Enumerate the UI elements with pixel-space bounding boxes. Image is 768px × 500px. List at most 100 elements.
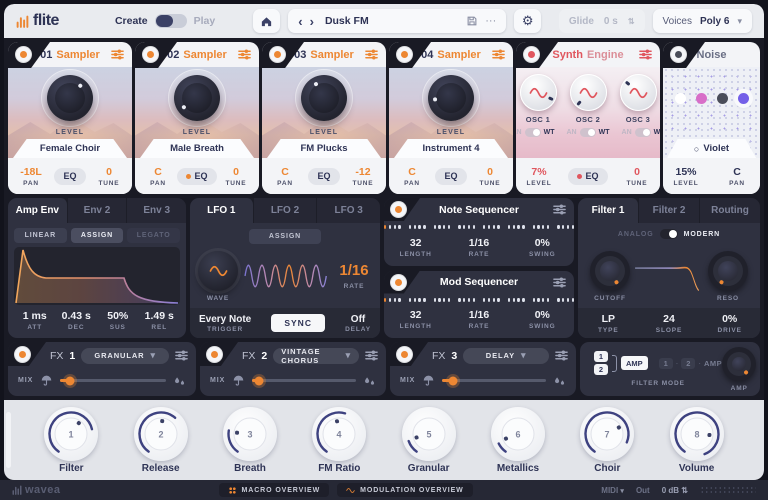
step-dot[interactable]	[497, 225, 499, 229]
eq-button[interactable]: EQ	[308, 168, 339, 185]
step-dot[interactable]	[468, 225, 470, 229]
step-dot[interactable]	[423, 225, 425, 229]
sliders-icon[interactable]	[492, 48, 505, 61]
tab-amp-env[interactable]: Amp Env	[8, 198, 68, 223]
step-dot[interactable]	[562, 298, 564, 302]
tune-control[interactable]: 0TUNE	[223, 166, 249, 187]
step-dot[interactable]	[394, 298, 396, 302]
fx-1-type-dropdown[interactable]: GRANULAR▾	[81, 348, 169, 364]
step-dot[interactable]	[562, 225, 564, 229]
parallel-amp-option[interactable]: AMP	[621, 356, 648, 370]
step-dot[interactable]	[497, 298, 499, 302]
sampler-03-enable-button[interactable]	[269, 46, 286, 63]
sliders-icon[interactable]	[238, 48, 251, 61]
step-dot[interactable]	[409, 225, 411, 229]
sliders-icon[interactable]	[365, 48, 378, 61]
assign-button[interactable]: ASSIGN	[71, 228, 124, 243]
eq-button[interactable]: EQ	[568, 168, 607, 185]
trigger-control[interactable]: Every NoteTRIGGER	[199, 314, 251, 333]
step-dot[interactable]	[463, 298, 465, 302]
fx-2-type-dropdown[interactable]: VINTAGE CHORUS▾	[273, 348, 359, 364]
step-dot[interactable]	[522, 298, 524, 302]
step-dot[interactable]	[448, 298, 450, 302]
step-dot[interactable]	[537, 225, 539, 229]
step-dot[interactable]	[448, 225, 450, 229]
step-dot[interactable]	[517, 225, 519, 229]
osc-1-an-wt-toggle[interactable]: ANWT	[516, 128, 555, 137]
step-dot[interactable]	[488, 225, 490, 229]
osc-2-knob[interactable]	[570, 74, 607, 111]
step-dot[interactable]	[533, 225, 535, 229]
sliders-icon[interactable]	[553, 203, 566, 216]
tab-env-2[interactable]: Env 2	[68, 198, 128, 223]
sync-button[interactable]: SYNC	[271, 314, 325, 332]
length-control[interactable]: 32LENGTH	[384, 237, 447, 258]
pan-control[interactable]: CPAN	[145, 166, 171, 187]
step-dot[interactable]	[572, 298, 574, 302]
sampler-02-preset[interactable]: Male Breath	[140, 139, 254, 158]
macro-knob[interactable]: 5	[402, 407, 456, 461]
fx-3-mix-slider[interactable]	[442, 379, 546, 382]
swing-control[interactable]: 0%SWING	[511, 237, 574, 258]
note-seq-steps[interactable]	[384, 221, 574, 233]
step-dot[interactable]	[513, 225, 515, 229]
sampler-02-enable-button[interactable]	[142, 46, 159, 63]
cutoff-knob[interactable]	[590, 251, 630, 291]
step-dot[interactable]	[414, 225, 416, 229]
sliders-icon[interactable]	[365, 349, 378, 362]
sampler-01-level-knob[interactable]	[42, 70, 98, 126]
synth-enable-button[interactable]	[523, 46, 540, 63]
fx-3-enable-button[interactable]	[396, 346, 413, 363]
step-dot[interactable]	[542, 298, 544, 302]
drive-control[interactable]: 0%DRIVE	[699, 313, 760, 334]
tab-lfo-1[interactable]: LFO 1	[190, 198, 254, 223]
mode-switch[interactable]	[155, 14, 187, 28]
linear-button[interactable]: LINEAR	[14, 228, 67, 243]
sliders-icon[interactable]	[639, 48, 652, 61]
type-control[interactable]: LPTYPE	[578, 313, 639, 334]
macro-knob[interactable]: 8	[670, 407, 724, 461]
decay-control[interactable]: 0.43 sDEC	[56, 310, 98, 331]
fx-2-enable-button[interactable]	[206, 346, 223, 363]
step-dot[interactable]	[384, 298, 386, 302]
step-dot[interactable]	[567, 225, 569, 229]
voices-control[interactable]: Voices Poly 6 ▾	[653, 9, 752, 33]
serial-option[interactable]: 1 · 2 · AMP	[659, 358, 723, 369]
eq-button[interactable]: EQ	[177, 168, 216, 185]
step-dot[interactable]	[414, 298, 416, 302]
envelope-display[interactable]	[14, 247, 180, 305]
tune-control[interactable]: 0TUNE	[96, 166, 122, 187]
macro-knob[interactable]: 6	[491, 407, 545, 461]
step-dot[interactable]	[458, 225, 460, 229]
step-dot[interactable]	[493, 298, 495, 302]
sliders-icon[interactable]	[175, 349, 188, 362]
analog-modern-toggle[interactable]: ANALOG MODERN	[578, 223, 760, 245]
tab-filter-1[interactable]: Filter 1	[578, 198, 639, 223]
sliders-icon[interactable]	[553, 276, 566, 289]
macro-4-fm-ratio[interactable]: 4 FM Ratio	[303, 407, 375, 474]
prev-preset-button[interactable]: ‹	[298, 15, 302, 28]
tune-control[interactable]: 0TUNE	[477, 166, 503, 187]
step-dot[interactable]	[567, 298, 569, 302]
step-dot[interactable]	[513, 298, 515, 302]
preset-browser[interactable]: ‹ › Dusk FM ···	[288, 9, 506, 33]
macro-7-choir[interactable]: 7 Choir	[571, 407, 643, 474]
step-dot[interactable]	[537, 298, 539, 302]
noise-option-white[interactable]	[675, 93, 686, 104]
step-dot[interactable]	[394, 225, 396, 229]
sampler-01-enable-button[interactable]	[15, 46, 32, 63]
save-icon[interactable]	[466, 15, 478, 27]
sampler-04-enable-button[interactable]	[396, 46, 413, 63]
step-dot[interactable]	[473, 225, 475, 229]
step-dot[interactable]	[488, 298, 490, 302]
preset-name[interactable]: Dusk FM	[325, 15, 459, 27]
macro-6-metallics[interactable]: 6 Metallics	[482, 407, 554, 474]
tab-routing[interactable]: Routing	[700, 198, 760, 223]
step-dot[interactable]	[438, 298, 440, 302]
fx-3-type-dropdown[interactable]: DELAY▾	[463, 348, 549, 364]
sliders-icon[interactable]	[111, 48, 124, 61]
sampler-04-preset[interactable]: Instrument 4	[394, 139, 508, 158]
sampler-01-preset[interactable]: Female Choir	[13, 139, 127, 158]
step-dot[interactable]	[547, 225, 549, 229]
level-control[interactable]: 7%LEVEL	[526, 166, 552, 187]
